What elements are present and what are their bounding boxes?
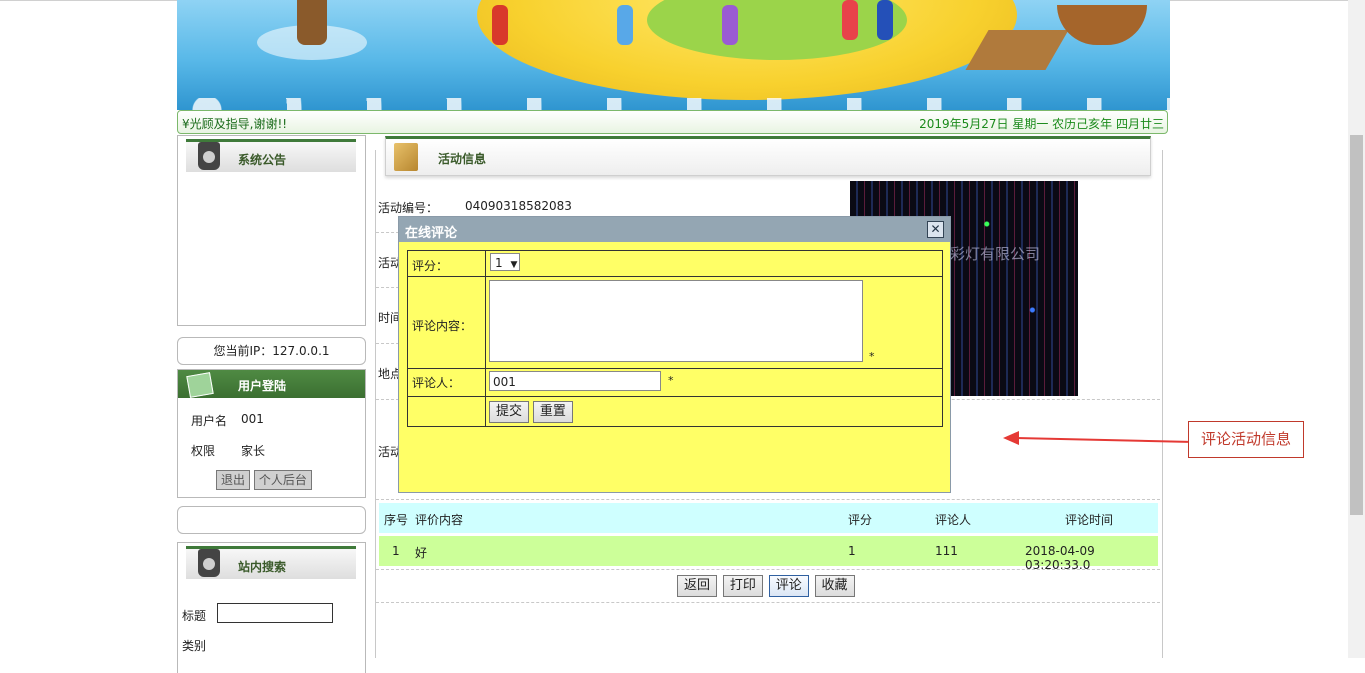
role-label: 权限 bbox=[191, 444, 216, 458]
grid-row-divider bbox=[408, 276, 942, 277]
annotation-label: 评论活动信息 bbox=[1188, 421, 1304, 458]
header-index: 序号 bbox=[384, 513, 409, 527]
role-value: 家长 bbox=[241, 444, 266, 458]
comment-table-header: 序号 评价内容 评分 评论人 评论时间 bbox=[379, 503, 1158, 533]
header-time: 评论时间 bbox=[1065, 513, 1114, 527]
comment-form-grid: 评分： 1 ▼ 评论内容： * 评论人： 001 * 提交 重置 bbox=[407, 250, 943, 427]
camera-icon bbox=[198, 142, 220, 170]
required-mark: * bbox=[668, 374, 674, 387]
close-icon[interactable]: ✕ bbox=[927, 221, 944, 238]
row-index: 1 bbox=[392, 544, 400, 558]
favorite-button[interactable]: 收藏 bbox=[814, 575, 855, 597]
score-label: 评分： bbox=[412, 259, 449, 273]
personal-backend-button[interactable]: 个人后台 bbox=[253, 470, 312, 490]
book-icon bbox=[394, 143, 418, 171]
username-value: 001 bbox=[241, 412, 264, 426]
lunar-date: 2019年5月27日 星期一 农历己亥年 四月廿三 bbox=[919, 117, 1164, 131]
comment-content-textarea[interactable] bbox=[489, 280, 863, 362]
notice-title: 系统公告 bbox=[238, 153, 287, 167]
banner-kid-figure bbox=[877, 0, 893, 40]
user-card-icon bbox=[186, 372, 214, 398]
table-row: 1 好 1 111 2018-04-09 03:20:33.0 bbox=[379, 536, 1158, 572]
user-login-title: 用户登陆 bbox=[238, 379, 287, 393]
banner-tree bbox=[297, 0, 327, 45]
search-category-label: 类别 bbox=[182, 639, 207, 653]
notice-panel: 系统公告 bbox=[177, 135, 366, 326]
grid-row-divider bbox=[408, 396, 942, 397]
submit-button[interactable]: 提交 bbox=[489, 401, 530, 423]
logout-button[interactable]: 退出 bbox=[216, 470, 251, 490]
comment-dialog: 在线评论 ✕ 评分： 1 ▼ 评论内容： * 评论人： 001 * 提交 重置 bbox=[398, 216, 951, 493]
reset-button[interactable]: 重置 bbox=[532, 401, 573, 423]
comment-content-label: 评论内容： bbox=[412, 319, 473, 333]
camera-icon bbox=[198, 549, 220, 577]
row-time: 2018-04-09 03:20:33.0 bbox=[1025, 544, 1095, 572]
action-bar: 返回 打印 评论 收藏 bbox=[677, 575, 857, 597]
score-select[interactable]: 1 ▼ bbox=[490, 253, 520, 271]
marquee-bar: ¥光顾及指导,谢谢!! 2019年5月27日 星期一 农历己亥年 四月廿三 bbox=[177, 110, 1168, 134]
divider bbox=[376, 499, 1160, 500]
search-title-input[interactable] bbox=[217, 603, 333, 623]
header-content: 评价内容 bbox=[415, 513, 464, 527]
score-selected-value: 1 bbox=[495, 256, 503, 270]
site-search-header: 站内搜索 bbox=[186, 546, 356, 579]
print-button[interactable]: 打印 bbox=[722, 575, 763, 597]
user-login-header: 用户登陆 bbox=[178, 370, 365, 398]
grid-column-divider bbox=[485, 251, 486, 426]
row-score: 1 bbox=[848, 544, 856, 558]
notice-header: 系统公告 bbox=[186, 139, 356, 172]
sidebar-empty-bar bbox=[177, 506, 366, 534]
search-title-label: 标题 bbox=[182, 609, 207, 623]
main-title: 活动信息 bbox=[438, 152, 487, 166]
activity-id-label: 活动编号： bbox=[378, 201, 439, 215]
banner-kid-figure bbox=[842, 0, 858, 40]
divider bbox=[376, 569, 1160, 570]
banner-bubbles bbox=[177, 98, 1170, 110]
header-author: 评论人 bbox=[935, 513, 972, 527]
comment-author-input[interactable]: 001 bbox=[489, 371, 661, 391]
main-header: 活动信息 bbox=[385, 136, 1151, 176]
site-search-title: 站内搜索 bbox=[238, 560, 287, 574]
username-label: 用户名 bbox=[191, 414, 228, 428]
scrollbar-thumb[interactable] bbox=[1350, 135, 1363, 515]
comment-button[interactable]: 评论 bbox=[768, 575, 809, 597]
banner-kid-figure bbox=[722, 5, 738, 45]
chevron-down-icon: ▼ bbox=[510, 260, 518, 270]
banner-kid-figure bbox=[617, 5, 633, 45]
back-button[interactable]: 返回 bbox=[677, 575, 718, 597]
marquee-scroll-text: ¥光顾及指导,谢谢!! bbox=[182, 117, 288, 131]
header-score: 评分 bbox=[848, 513, 873, 527]
annotation-arrow-head bbox=[1003, 431, 1019, 445]
page-scrollbar[interactable] bbox=[1348, 0, 1365, 658]
banner-fruit-boat bbox=[1057, 5, 1147, 45]
site-banner bbox=[177, 0, 1170, 110]
dialog-title: 在线评论 bbox=[405, 226, 458, 241]
photo-watermark-text: 彩灯有限公司 bbox=[950, 245, 1041, 263]
row-content: 好 bbox=[415, 546, 428, 560]
dialog-titlebar[interactable]: 在线评论 ✕ bbox=[399, 217, 950, 242]
row-author: 111 bbox=[935, 544, 958, 558]
banner-kid-figure bbox=[492, 5, 508, 45]
activity-id-value: 04090318582083 bbox=[465, 199, 572, 213]
user-login-panel: 用户登陆 用户名 001 权限 家长 退出 个人后台 bbox=[177, 369, 366, 498]
divider bbox=[376, 602, 1160, 603]
ip-display: 您当前IP：127.0.0.1 bbox=[177, 337, 366, 365]
required-mark: * bbox=[869, 350, 875, 363]
